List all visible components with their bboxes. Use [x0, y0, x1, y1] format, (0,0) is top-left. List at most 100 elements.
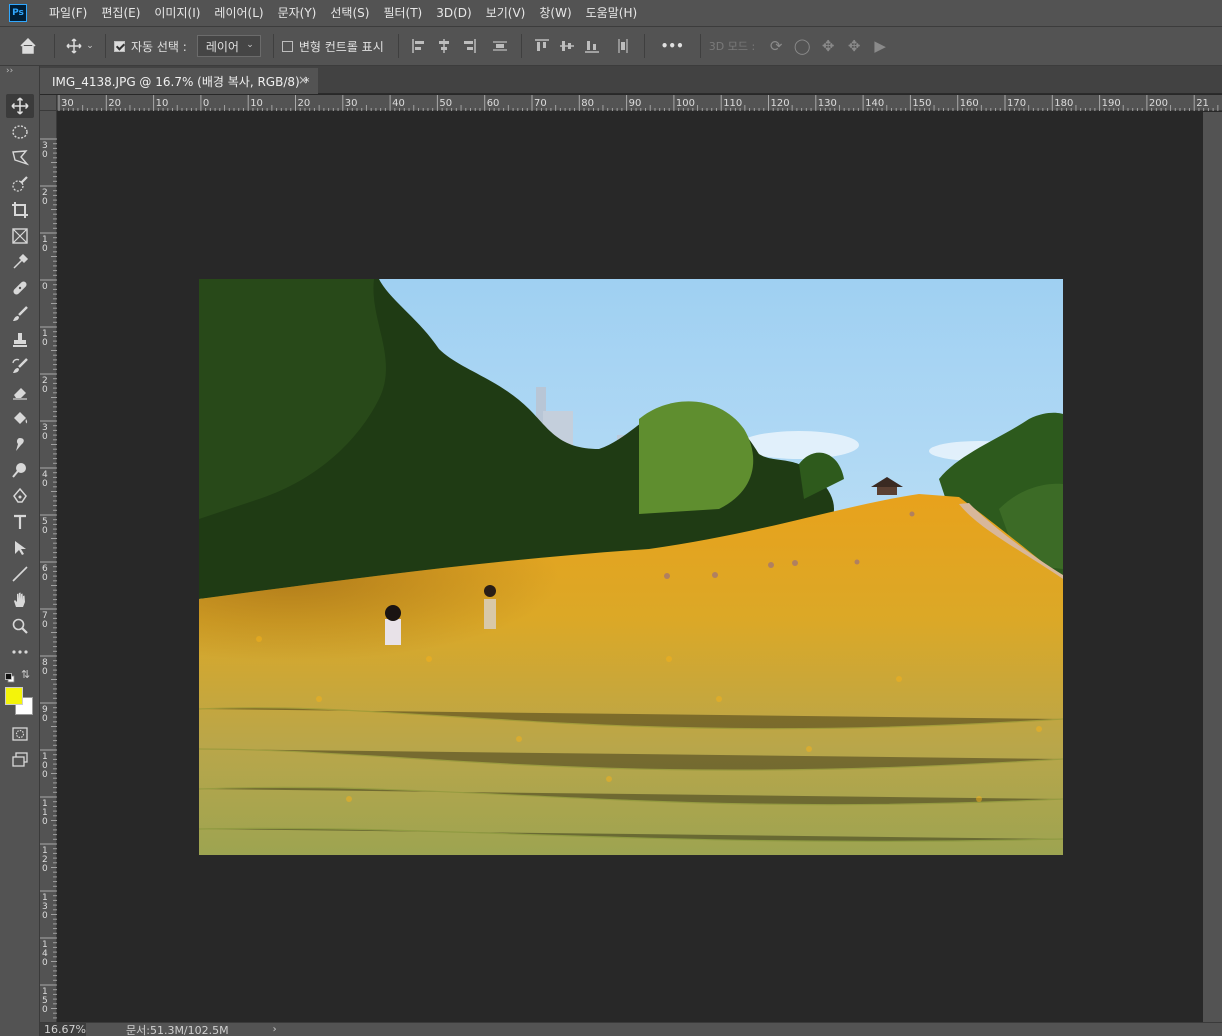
type-tool-icon[interactable]	[6, 510, 34, 534]
status-bar: 16.67% 문서:51.3M/102.5M ›	[40, 1022, 1222, 1036]
zoom-tool-icon[interactable]	[6, 614, 34, 638]
menu-layer[interactable]: 레이어(L)	[207, 0, 270, 26]
crop-tool-icon[interactable]	[6, 198, 34, 222]
ruler-origin[interactable]	[40, 95, 57, 111]
tools-panel: ›› ⇅	[0, 66, 40, 1036]
ruler-tick-label: 140	[865, 98, 884, 109]
align-top-edges-icon[interactable]	[530, 34, 555, 58]
distribute-vertical-icon[interactable]	[488, 34, 513, 58]
divider	[54, 34, 55, 58]
options-bar: ⌄ 자동 선택 : 레이어 ⌄ 변형 컨트롤 표시 ••• 3D 모드 : ⟳ …	[0, 26, 1222, 66]
horizontal-ruler[interactable]: 30 20 10 0 10 20 30 40 50 60 70 80 90 100 110 120 130 140…	[40, 95, 1222, 111]
ruler-tick-label: 0	[42, 244, 48, 254]
default-colors-icon[interactable]	[5, 672, 15, 683]
vertical-scrollbar[interactable]	[1203, 112, 1222, 1022]
ruler-tick-label: 0	[42, 770, 48, 780]
auto-select-target-value: 레이어	[205, 39, 239, 54]
menu-image[interactable]: 이미지(I)	[147, 0, 207, 26]
more-tools-icon[interactable]	[6, 640, 34, 664]
pen-tool-icon[interactable]	[6, 484, 34, 508]
ruler-tick-label: 30	[61, 98, 74, 109]
screen-mode-icon[interactable]	[6, 748, 34, 772]
eraser-tool-icon[interactable]	[6, 380, 34, 404]
vertical-ruler[interactable]: 3020100102030405060708090100110120130140…	[40, 111, 57, 1028]
ruler-tick-label: 0	[42, 958, 48, 968]
paint-bucket-tool-icon[interactable]	[6, 406, 34, 430]
menu-edit[interactable]: 편집(E)	[94, 0, 147, 26]
healing-brush-tool-icon[interactable]	[6, 276, 34, 300]
align-right-edges-icon[interactable]	[457, 34, 482, 58]
3d-roll-icon[interactable]: ◯	[789, 34, 815, 58]
document-tab-title: IMG_4138.JPG @ 16.7% (배경 복사, RGB/8) *	[52, 74, 310, 89]
smudge-tool-icon[interactable]	[6, 432, 34, 456]
line-tool-icon[interactable]	[6, 562, 34, 586]
history-brush-tool-icon[interactable]	[6, 354, 34, 378]
ellipse-marquee-tool-icon[interactable]	[6, 120, 34, 144]
document-size-info: 문서:51.3M/102.5M	[126, 1023, 229, 1036]
align-horizontal-centers-icon[interactable]	[432, 34, 457, 58]
move-tool-icon[interactable]	[6, 94, 34, 118]
ruler-tick-label: 150	[912, 98, 931, 109]
3d-pan-icon[interactable]: ✥	[815, 34, 841, 58]
frame-tool-icon[interactable]	[6, 224, 34, 248]
ruler-tick-label: 10	[250, 98, 263, 109]
menu-help[interactable]: 도움말(H)	[579, 0, 645, 26]
menu-view[interactable]: 보기(V)	[479, 0, 533, 26]
3d-slide-icon[interactable]: ✥	[841, 34, 867, 58]
zoom-level-field[interactable]: 16.67%	[40, 1022, 86, 1036]
eyedropper-tool-icon[interactable]	[6, 250, 34, 274]
ruler-tick-label: 0	[42, 479, 48, 489]
menu-bar: Ps 파일(F) 편집(E) 이미지(I) 레이어(L) 문자(Y) 선택(S)…	[0, 0, 1222, 26]
3d-scale-icon[interactable]: ▶	[867, 34, 893, 58]
menu-file[interactable]: 파일(F)	[42, 0, 94, 26]
align-vertical-centers-icon[interactable]	[555, 34, 580, 58]
auto-select-checkbox[interactable]	[114, 40, 125, 52]
ruler-tick-label: 190	[1102, 98, 1121, 109]
ruler-tick-label: 0	[42, 385, 48, 395]
ruler-tick-label: 200	[1149, 98, 1168, 109]
dodge-tool-icon[interactable]	[6, 458, 34, 482]
path-selection-tool-icon[interactable]	[6, 536, 34, 560]
transform-controls-label: 변형 컨트롤 표시	[298, 39, 384, 54]
quick-selection-tool-icon[interactable]	[6, 172, 34, 196]
menu-type[interactable]: 문자(Y)	[271, 0, 324, 26]
status-menu-arrow-icon[interactable]: ›	[273, 1024, 277, 1035]
ruler-tick-label: 0	[42, 911, 48, 921]
document-image[interactable]	[199, 279, 1063, 855]
transform-controls-checkbox[interactable]	[281, 40, 293, 52]
auto-select-target-dropdown[interactable]: 레이어 ⌄	[196, 35, 261, 57]
align-bottom-edges-icon[interactable]	[580, 34, 605, 58]
brush-tool-icon[interactable]	[6, 302, 34, 326]
swap-colors-icon[interactable]: ⇅	[21, 668, 30, 681]
ruler-tick-label: 130	[818, 98, 837, 109]
divider	[699, 34, 701, 58]
menu-filter[interactable]: 필터(T)	[376, 0, 429, 26]
align-left-edges-icon[interactable]	[407, 34, 432, 58]
clone-stamp-tool-icon[interactable]	[6, 328, 34, 352]
close-icon[interactable]: ×	[298, 73, 308, 87]
3d-orbit-icon[interactable]: ⟳	[763, 34, 789, 58]
ruler-tick-label: 50	[439, 98, 452, 109]
ruler-tick-label: 170	[1007, 98, 1026, 109]
ruler-tick-label: 0	[42, 432, 48, 442]
move-tool-preset-icon[interactable]: ⌄	[63, 38, 97, 54]
home-icon[interactable]	[10, 37, 46, 55]
menu-select[interactable]: 선택(S)	[323, 0, 376, 26]
ruler-tick-label: 20	[298, 98, 311, 109]
foreground-color-swatch[interactable]	[5, 687, 23, 705]
polygonal-lasso-tool-icon[interactable]	[6, 146, 34, 170]
menu-3d[interactable]: 3D(D)	[429, 0, 478, 26]
collapse-panel-icon[interactable]: ››	[6, 66, 13, 76]
divider	[520, 34, 522, 58]
hand-tool-icon[interactable]	[6, 588, 34, 612]
menu-window[interactable]: 창(W)	[532, 0, 578, 26]
more-options-button[interactable]: •••	[661, 39, 684, 53]
ruler-tick-label: 0	[42, 620, 48, 630]
ruler-tick-label: 0	[42, 338, 48, 348]
quick-mask-icon[interactable]	[6, 722, 34, 746]
document-tab[interactable]: IMG_4138.JPG @ 16.7% (배경 복사, RGB/8) * ×	[40, 68, 318, 94]
ruler-tick-label: 60	[487, 98, 500, 109]
divider	[105, 34, 106, 58]
ruler-tick-label: 10	[156, 98, 169, 109]
distribute-horizontal-icon[interactable]	[611, 34, 636, 58]
